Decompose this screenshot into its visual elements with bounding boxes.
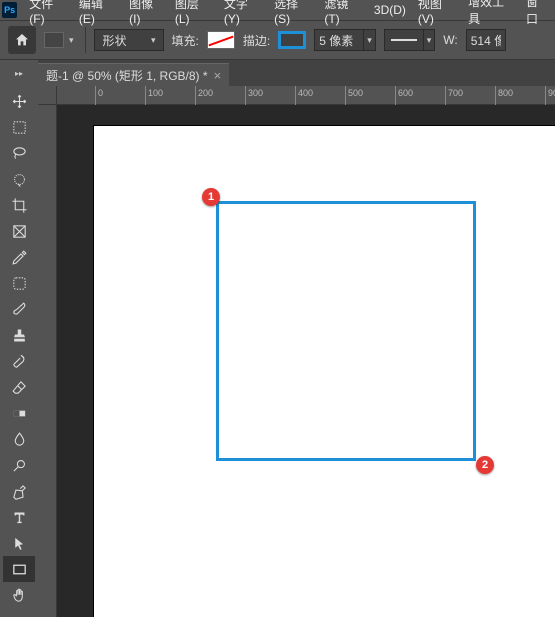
pen-tool[interactable] (3, 478, 35, 504)
blur-tool[interactable] (3, 426, 35, 452)
home-button[interactable] (8, 26, 36, 54)
close-icon[interactable]: × (214, 68, 222, 83)
document-tab-bar: ▸▸ 题-1 @ 50% (矩形 1, RGB/8) * × (0, 60, 555, 86)
menu-edit[interactable]: 编辑(E) (73, 0, 123, 28)
history-brush-tool[interactable] (3, 348, 35, 374)
document-canvas[interactable]: 1 2 (94, 126, 555, 617)
ruler-tick: 300 (245, 86, 263, 105)
ruler-tick: 900 (545, 86, 555, 105)
menu-bar: Ps 文件(F) 编辑(E) 图像(I) 图层(L) 文字(Y) 选择(S) 滤… (0, 0, 555, 20)
stroke-label: 描边: (243, 32, 270, 49)
document-title: 题-1 @ 50% (矩形 1, RGB/8) * (46, 67, 208, 84)
heal-tool[interactable] (3, 270, 35, 296)
menu-type[interactable]: 文字(Y) (218, 0, 268, 28)
ruler-tick: 400 (295, 86, 313, 105)
quick-select-tool[interactable] (3, 166, 35, 192)
divider (85, 27, 86, 53)
lasso-tool[interactable] (3, 140, 35, 166)
ruler-tick: 0 (95, 86, 103, 105)
menu-filter[interactable]: 滤镜(T) (318, 0, 368, 28)
rectangle-shape[interactable] (216, 201, 476, 461)
app-logo: Ps (2, 2, 17, 18)
path-select-tool[interactable] (3, 530, 35, 556)
menu-window[interactable]: 窗口 (520, 0, 555, 29)
stroke-swatch[interactable] (278, 31, 306, 49)
menu-3d[interactable]: 3D(D) (368, 1, 412, 19)
fill-label: 填充: (172, 32, 199, 49)
menu-select[interactable]: 选择(S) (268, 0, 318, 28)
ruler-tick: 700 (445, 86, 463, 105)
type-tool[interactable] (3, 504, 35, 530)
menu-image[interactable]: 图像(I) (123, 0, 169, 28)
hand-tool[interactable] (3, 582, 35, 608)
arrow-right-icon: ▸▸ (15, 69, 23, 78)
eyedropper-tool[interactable] (3, 244, 35, 270)
fill-swatch[interactable] (207, 31, 235, 49)
frame-tool[interactable] (3, 218, 35, 244)
line-preview-icon (391, 39, 417, 41)
menu-layer[interactable]: 图层(L) (169, 0, 218, 28)
chevron-down-icon: ▾ (148, 35, 159, 46)
tool-mode-value: 形状 (103, 32, 127, 49)
chevron-down-icon: ▾ (66, 35, 77, 46)
canvas-area[interactable]: 0 100 200 300 400 500 600 700 800 900 1 … (38, 86, 555, 617)
ruler-tick: 100 (145, 86, 163, 105)
move-tool[interactable] (3, 88, 35, 114)
stamp-tool[interactable] (3, 322, 35, 348)
rectangle-tool[interactable] (3, 556, 35, 582)
ruler-horizontal[interactable]: 0 100 200 300 400 500 600 700 800 900 (57, 86, 555, 105)
chevron-down-icon[interactable]: ▾ (424, 29, 436, 51)
ruler-vertical[interactable] (38, 105, 57, 617)
workspace: 0 100 200 300 400 500 600 700 800 900 1 … (0, 86, 555, 617)
preset-swatch (44, 32, 64, 48)
annotation-marker-2: 2 (476, 456, 494, 474)
ruler-origin[interactable] (38, 86, 57, 105)
ruler-tick: 800 (495, 86, 513, 105)
tool-preset[interactable]: ▾ (44, 32, 77, 48)
eraser-tool[interactable] (3, 374, 35, 400)
stroke-width-input[interactable] (314, 29, 364, 51)
ruler-tick: 500 (345, 86, 363, 105)
width-input[interactable] (466, 29, 506, 51)
menu-view[interactable]: 视图(V) (412, 0, 462, 28)
tools-panel (0, 86, 38, 617)
gradient-tool[interactable] (3, 400, 35, 426)
menu-file[interactable]: 文件(F) (23, 0, 73, 28)
ruler-tick: 200 (195, 86, 213, 105)
crop-tool[interactable] (3, 192, 35, 218)
marquee-tool[interactable] (3, 114, 35, 140)
brush-tool[interactable] (3, 296, 35, 322)
document-tab[interactable]: 题-1 @ 50% (矩形 1, RGB/8) * × (38, 63, 229, 86)
chevron-down-icon[interactable]: ▾ (364, 29, 376, 51)
annotation-marker-1: 1 (202, 188, 220, 206)
tool-mode-select[interactable]: 形状 ▾ (94, 29, 164, 51)
dodge-tool[interactable] (3, 452, 35, 478)
ruler-tick: 600 (395, 86, 413, 105)
menu-plugins[interactable]: 增效工具 (462, 0, 520, 29)
stroke-style-select[interactable] (384, 29, 424, 51)
panel-toggle[interactable]: ▸▸ (0, 60, 38, 86)
width-label: W: (443, 33, 457, 47)
